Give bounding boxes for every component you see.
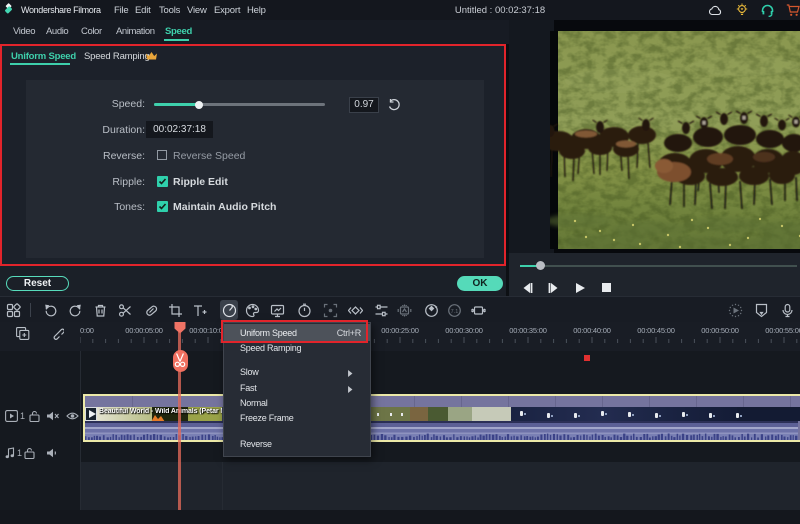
svg-text:7.1: 7.1 xyxy=(451,309,459,315)
